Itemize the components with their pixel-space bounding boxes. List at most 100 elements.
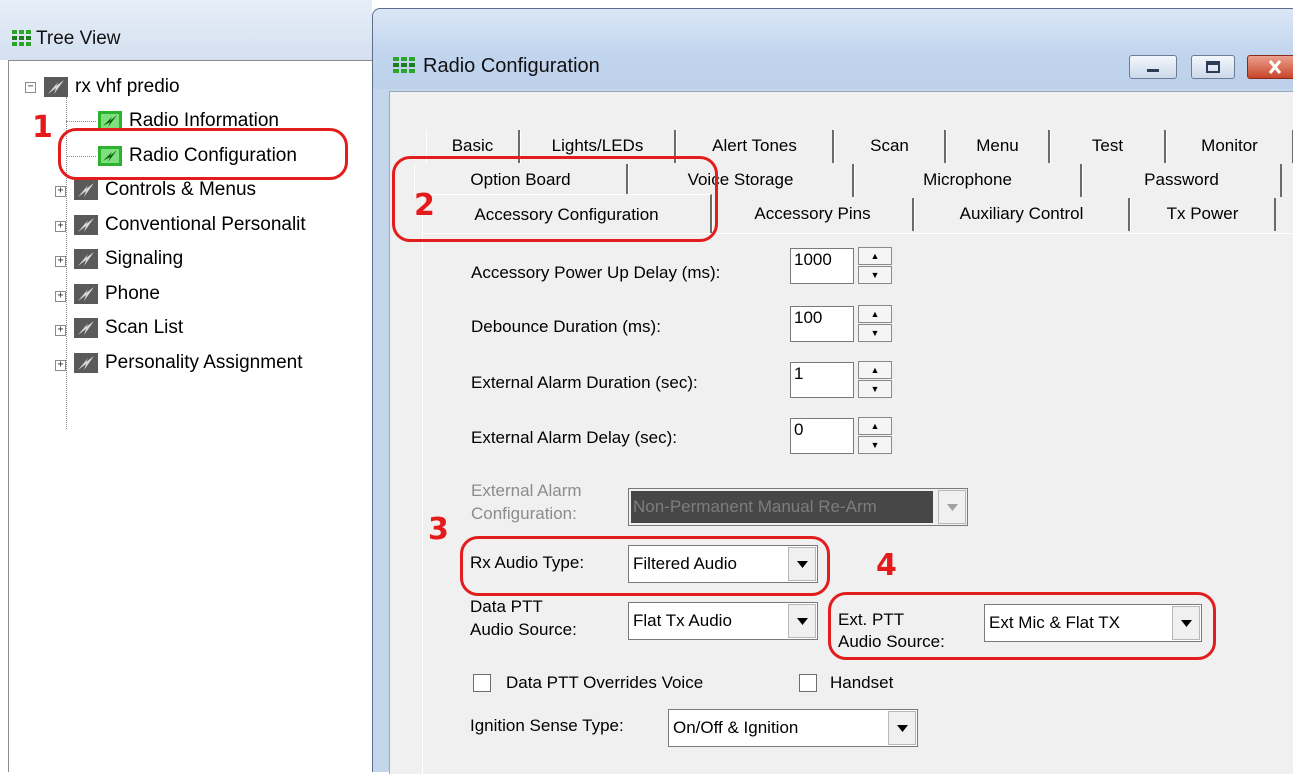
data-ptt-label-line1: Data PTT <box>470 597 543 616</box>
tab-label: Tx Power <box>1166 204 1239 223</box>
alarm-delay-label: External Alarm Delay (sec): <box>471 428 677 447</box>
expand-icon[interactable]: + <box>55 360 66 371</box>
data-ptt-overrides-label: Data PTT Overrides Voice <box>506 673 704 692</box>
spin-up-icon[interactable]: ▲ <box>858 305 892 323</box>
tree-item-label: Scan List <box>105 317 184 338</box>
data-ptt-source-select[interactable]: Flat Tx Audio <box>628 602 818 640</box>
tree-root-label: rx vhf predio <box>75 76 180 97</box>
tree-item-phone[interactable]: Phone <box>73 278 160 310</box>
alarm-config-label-line2: Configuration: <box>471 504 577 523</box>
dropdown-arrow-icon <box>947 504 958 511</box>
spin-up-icon[interactable]: ▲ <box>858 361 892 379</box>
tree-item-label: Signaling <box>105 248 184 269</box>
ignition-sense-label: Ignition Sense Type: <box>470 716 624 735</box>
tree-item-personality-assignment[interactable]: Personality Assignment <box>73 347 303 379</box>
close-button[interactable] <box>1247 55 1293 79</box>
tree-view-title: Tree View <box>36 28 121 49</box>
minimize-icon <box>1147 69 1159 72</box>
tab-label: Microphone <box>923 170 1012 189</box>
alarm-config-label-line1: External Alarm <box>471 481 582 500</box>
debounce-spinner[interactable]: ▲ ▼ <box>858 305 892 343</box>
app-grid-icon <box>393 57 415 73</box>
ignition-sense-select[interactable]: On/Off & Ignition <box>668 709 918 747</box>
data-ptt-source-dropdown[interactable] <box>788 604 816 638</box>
tab-label: Auxiliary Control <box>959 204 1084 223</box>
tab-tx-power[interactable]: Tx Power <box>1130 198 1276 231</box>
tree-view-pane: Tree View − rx vhf predio Radio Informat… <box>0 0 372 772</box>
spin-up-icon[interactable]: ▲ <box>858 247 892 265</box>
annotation-number-3: 3 <box>428 512 449 547</box>
tree-connector <box>66 121 96 122</box>
ignition-sense-dropdown[interactable] <box>888 711 916 745</box>
alarm-config-select: Non-Permanent Manual Re-Arm <box>628 488 968 526</box>
alarm-duration-spinner[interactable]: ▲ ▼ <box>858 361 892 399</box>
spin-up-icon[interactable]: ▲ <box>858 417 892 435</box>
tab-label: Basic <box>451 136 494 155</box>
alarm-delay-input[interactable]: 0 <box>790 418 854 454</box>
spin-down-icon[interactable]: ▼ <box>858 380 892 398</box>
folder-node-icon <box>74 249 98 269</box>
folder-node-icon <box>74 353 98 373</box>
tab-scan[interactable]: Scan <box>834 130 946 163</box>
alarm-delay-spinner[interactable]: ▲ ▼ <box>858 417 892 455</box>
minimize-button[interactable] <box>1129 55 1177 79</box>
tab-label: Accessory Pins <box>754 204 871 223</box>
power-up-delay-value: 1000 <box>794 250 832 269</box>
power-up-delay-spinner[interactable]: ▲ ▼ <box>858 247 892 285</box>
alarm-config-value: Non-Permanent Manual Re-Arm <box>631 491 933 523</box>
expand-icon[interactable]: + <box>55 325 66 336</box>
expand-icon[interactable]: + <box>55 291 66 302</box>
tab-monitor[interactable]: Monitor <box>1166 130 1293 163</box>
tree-item-label: Controls & Menus <box>105 179 257 200</box>
tab-password[interactable]: Password <box>1082 164 1282 197</box>
debounce-label: Debounce Duration (ms): <box>471 317 661 336</box>
tab-menu[interactable]: Menu <box>946 130 1050 163</box>
collapse-icon[interactable]: − <box>25 82 36 93</box>
tab-label: Test <box>1091 136 1124 155</box>
tree-item-label: Personality Assignment <box>105 352 303 373</box>
window-titlebar[interactable]: Radio Configuration <box>373 9 1293 89</box>
tree-item-scan-list[interactable]: Scan List <box>73 312 183 344</box>
annotation-ring-3 <box>460 536 830 596</box>
tree-item-conventional-personality[interactable]: Conventional Personalit <box>73 209 306 241</box>
expand-icon[interactable]: + <box>55 221 66 232</box>
dropdown-arrow-icon <box>797 618 808 625</box>
alarm-delay-value: 0 <box>794 420 804 439</box>
folder-node-icon <box>74 284 98 304</box>
tab-microphone[interactable]: Microphone <box>854 164 1082 197</box>
power-up-delay-input[interactable]: 1000 <box>790 248 854 284</box>
expand-icon[interactable]: + <box>55 186 66 197</box>
tab-label: Alert Tones <box>712 136 797 155</box>
window-title: Radio Configuration <box>423 55 600 77</box>
handset-label: Handset <box>830 673 894 692</box>
tab-auxiliary-control[interactable]: Auxiliary Control <box>914 198 1130 231</box>
data-ptt-label-line2: Audio Source: <box>470 620 577 639</box>
tab-label: Lights/LEDs <box>551 136 644 155</box>
close-icon <box>1268 60 1282 74</box>
debounce-input[interactable]: 100 <box>790 306 854 342</box>
radio-node-icon <box>44 77 68 97</box>
spin-down-icon[interactable]: ▼ <box>858 324 892 342</box>
annotation-ring-4 <box>828 592 1216 660</box>
tree-item-signaling[interactable]: Signaling <box>73 243 183 275</box>
tab-label: Monitor <box>1201 136 1258 155</box>
tab-accessory-pins[interactable]: Accessory Pins <box>712 198 914 231</box>
handset-checkbox[interactable] <box>799 674 817 692</box>
alarm-duration-label: External Alarm Duration (sec): <box>471 373 698 392</box>
tree-root[interactable]: rx vhf predio <box>43 71 180 103</box>
expand-icon[interactable]: + <box>55 256 66 267</box>
tab-test[interactable]: Test <box>1050 130 1166 163</box>
alarm-config-dropdown <box>938 490 966 524</box>
tab-label: Password <box>1144 170 1219 189</box>
power-up-delay-label: Accessory Power Up Delay (ms): <box>471 263 721 282</box>
maximize-button[interactable] <box>1191 55 1235 79</box>
tab-label: Menu <box>976 136 1019 155</box>
tab-label: Scan <box>870 136 909 155</box>
spin-down-icon[interactable]: ▼ <box>858 436 892 454</box>
tree-item-label: Phone <box>105 283 160 304</box>
spin-down-icon[interactable]: ▼ <box>858 266 892 284</box>
app-grid-icon <box>12 30 31 46</box>
data-ptt-overrides-checkbox[interactable] <box>473 674 491 692</box>
folder-node-icon <box>74 215 98 235</box>
alarm-duration-input[interactable]: 1 <box>790 362 854 398</box>
